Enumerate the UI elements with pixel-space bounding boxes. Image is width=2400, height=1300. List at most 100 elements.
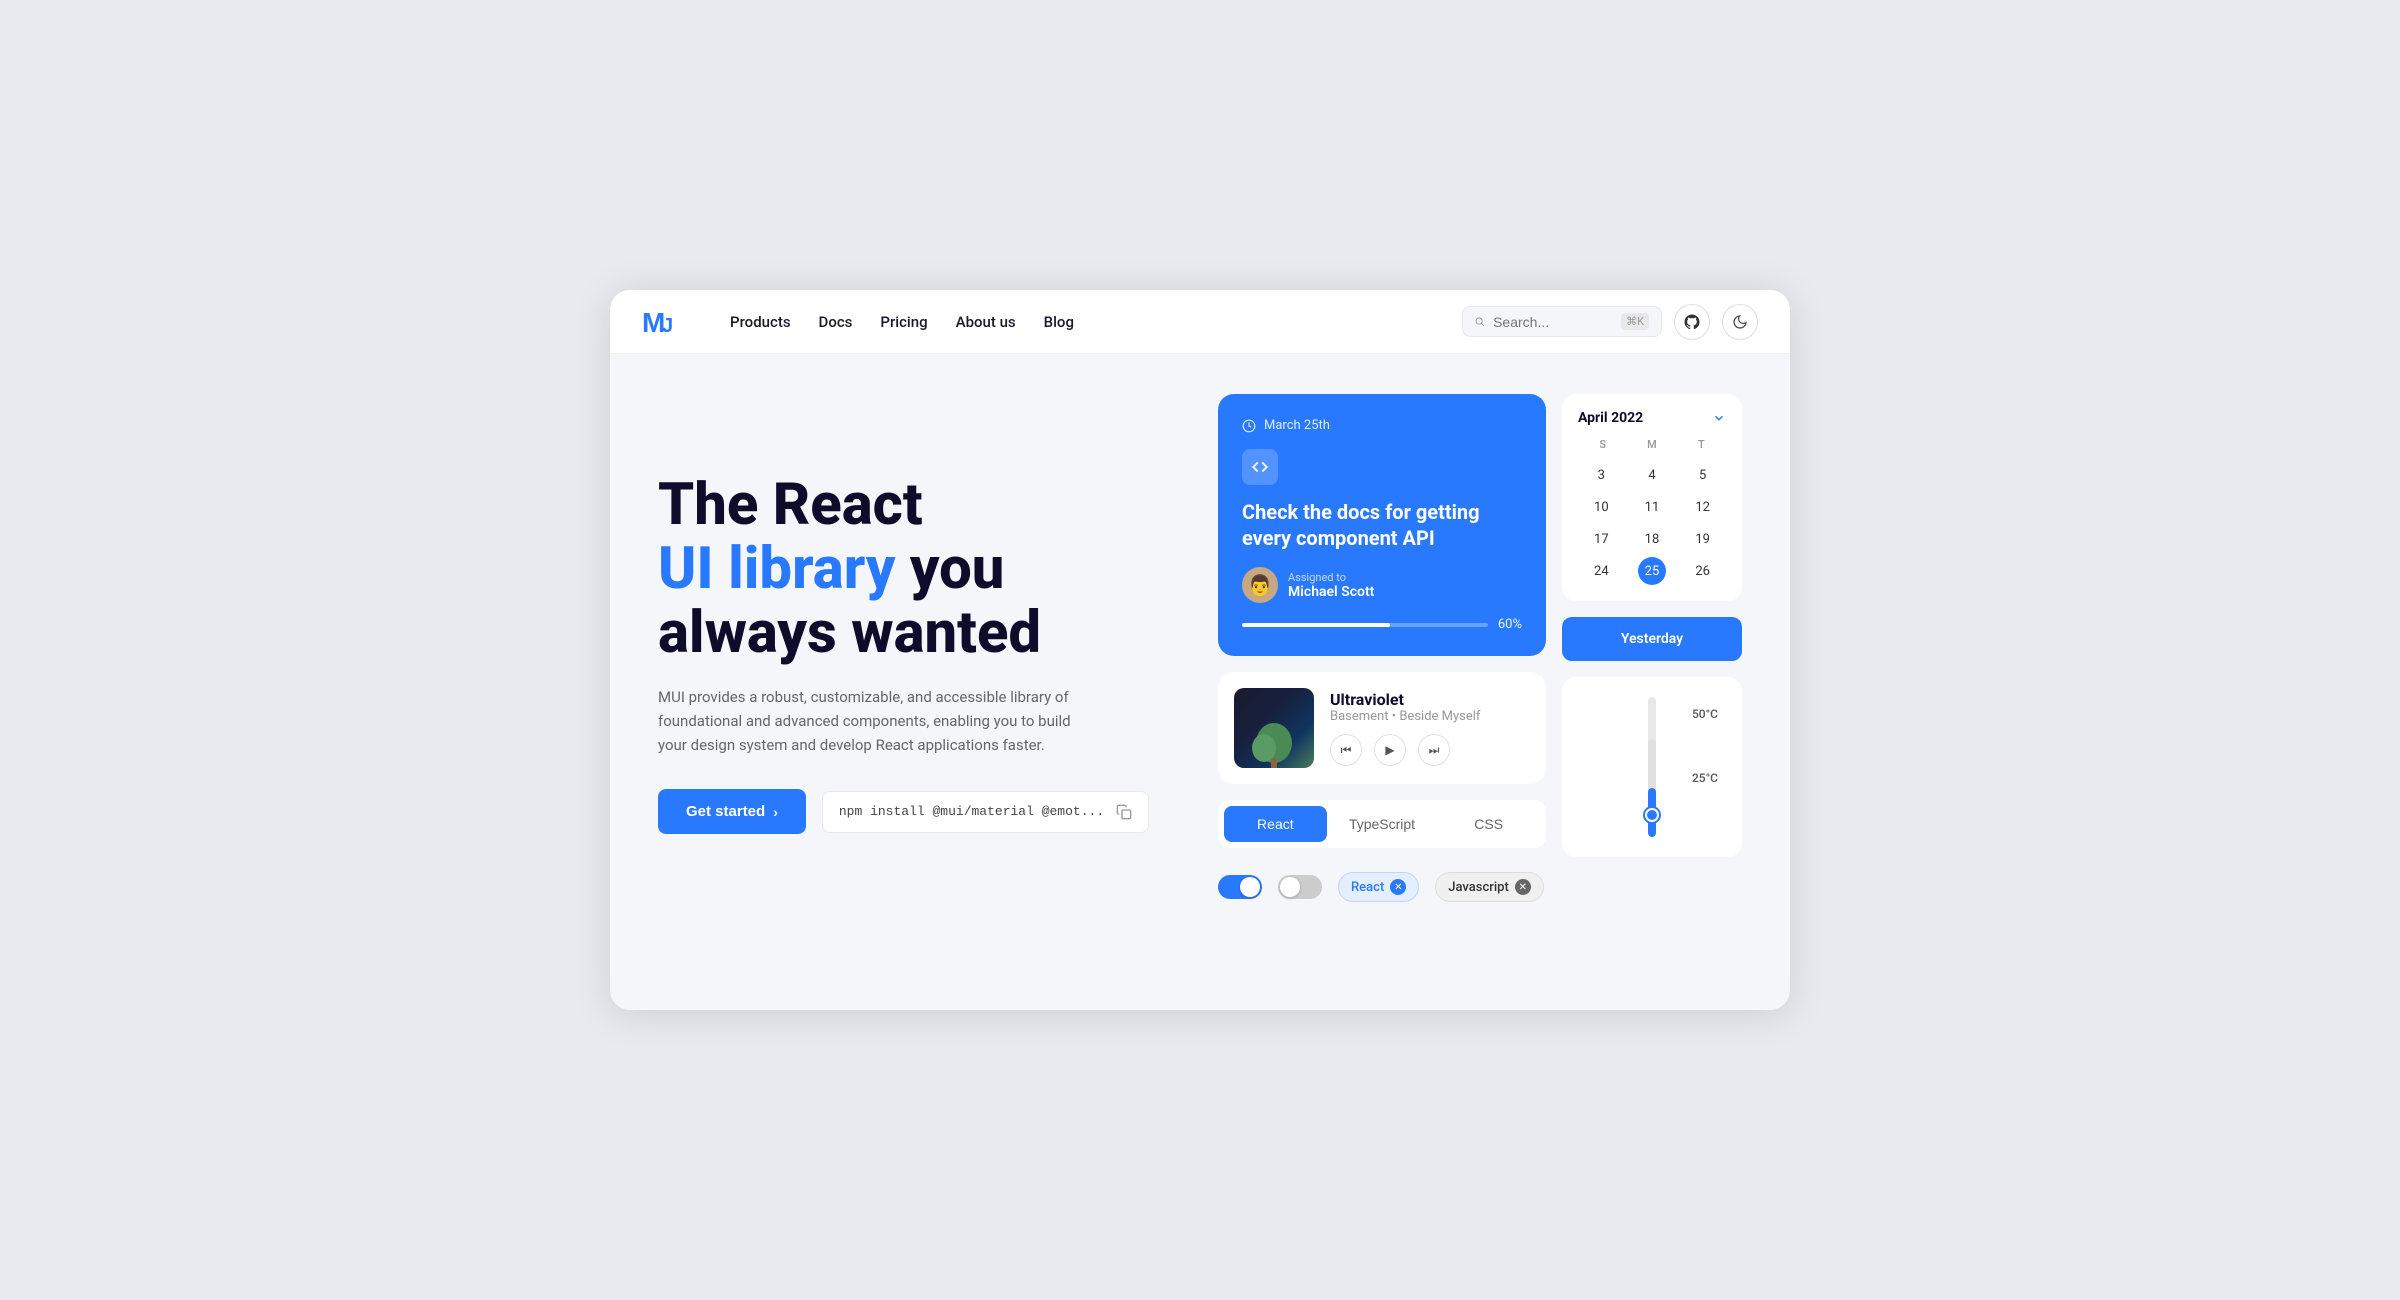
chip-javascript-close[interactable]: ✕ [1515, 879, 1531, 895]
cal-day-17[interactable]: 17 [1587, 525, 1615, 553]
code-icon [1251, 458, 1269, 476]
chevron-down-icon[interactable] [1712, 411, 1726, 425]
widgets-section: March 25th Check the docs for getting ev… [1218, 394, 1742, 910]
progress-bar [1242, 623, 1488, 627]
cal-day-26[interactable]: 26 [1689, 557, 1717, 585]
cal-header-m: M [1627, 438, 1676, 451]
nav-right: ⌘K [1462, 304, 1758, 340]
cal-day-18[interactable]: 18 [1638, 525, 1666, 553]
chip-javascript[interactable]: Javascript ✕ [1435, 872, 1544, 902]
nav-links: Products Docs Pricing About us Blog [730, 313, 1430, 331]
chip-react-label: React [1351, 880, 1384, 895]
task-assignee: 👨 Assigned to Michael Scott [1242, 567, 1522, 603]
search-shortcut: ⌘K [1621, 313, 1649, 330]
progress-percent: 60% [1498, 617, 1522, 632]
hero-title-line1: The React [658, 471, 923, 539]
calendar-month: April 2022 [1578, 410, 1643, 426]
toggles-row: React ✕ Javascript ✕ [1218, 864, 1546, 910]
music-info: Ultraviolet Basement • Beside Myself ⏮ ▶… [1330, 690, 1530, 766]
search-icon [1475, 315, 1485, 329]
tabs-card: React TypeScript CSS [1218, 800, 1546, 848]
chip-javascript-label: Javascript [1448, 880, 1509, 895]
task-date: March 25th [1242, 418, 1522, 433]
cal-day-5[interactable]: 5 [1689, 461, 1717, 489]
arrow-icon: › [773, 804, 778, 820]
code-snippet[interactable]: npm install @mui/material @emot... [822, 791, 1149, 833]
get-started-button[interactable]: Get started › [658, 789, 806, 834]
clock-icon [1242, 419, 1256, 433]
nav-blog[interactable]: Blog [1044, 313, 1074, 331]
assignee-info: Assigned to Michael Scott [1288, 571, 1374, 600]
github-icon [1683, 313, 1701, 331]
search-bar[interactable]: ⌘K [1462, 306, 1662, 337]
cal-day-11[interactable]: 11 [1638, 493, 1666, 521]
nav-pricing[interactable]: Pricing [880, 313, 927, 331]
logo[interactable]: M J [642, 306, 682, 338]
nav-about[interactable]: About us [956, 313, 1016, 331]
task-date-text: March 25th [1264, 418, 1330, 433]
cal-day-12[interactable]: 12 [1689, 493, 1717, 521]
task-card: March 25th Check the docs for getting ev… [1218, 394, 1546, 656]
widget-col-right: April 2022 S M T 3 4 5 10 [1562, 394, 1742, 910]
thermo-dot [1645, 808, 1659, 822]
main-content: The React UI library you always wanted M… [610, 354, 1790, 950]
nav-products[interactable]: Products [730, 313, 791, 331]
calendar-grid: 3 4 5 10 11 12 17 18 19 24 25 26 [1578, 461, 1726, 585]
progress-bar-wrap: 60% [1242, 617, 1522, 632]
task-title: Check the docs for getting every compone… [1242, 499, 1522, 551]
tab-css[interactable]: CSS [1437, 806, 1540, 842]
navbar: M J Products Docs Pricing About us Blog … [610, 290, 1790, 354]
copy-icon[interactable] [1116, 804, 1132, 820]
temp-label-25: 25°C [1692, 771, 1718, 785]
thermometer-card: 50°C 25°C [1562, 677, 1742, 857]
toggle-off[interactable] [1278, 875, 1322, 899]
cal-day-19[interactable]: 19 [1689, 525, 1717, 553]
fast-forward-button[interactable]: ⏭ [1418, 734, 1450, 766]
avatar: 👨 [1242, 567, 1278, 603]
hero-title-highlight: UI library [658, 535, 895, 603]
task-icon-box [1242, 449, 1278, 485]
album-art [1234, 688, 1314, 768]
hero-section: The React UI library you always wanted M… [658, 394, 1178, 834]
music-card: Ultraviolet Basement • Beside Myself ⏮ ▶… [1218, 672, 1546, 784]
assignee-label: Assigned to [1288, 571, 1374, 584]
hero-description: MUI provides a robust, customizable, and… [658, 685, 1088, 757]
nav-docs[interactable]: Docs [819, 313, 853, 331]
cal-day-4[interactable]: 4 [1638, 461, 1666, 489]
yesterday-button[interactable]: Yesterday [1562, 617, 1742, 661]
widget-col-left: March 25th Check the docs for getting ev… [1218, 394, 1546, 910]
cal-day-3[interactable]: 3 [1587, 461, 1615, 489]
cal-day-10[interactable]: 10 [1587, 493, 1615, 521]
music-title: Ultraviolet [1330, 690, 1530, 709]
cal-header-s: S [1578, 438, 1627, 451]
chip-react[interactable]: React ✕ [1338, 872, 1419, 902]
tab-react[interactable]: React [1224, 806, 1327, 842]
hero-title: The React UI library you always wanted [658, 474, 1178, 665]
github-button[interactable] [1674, 304, 1710, 340]
calendar-card: April 2022 S M T 3 4 5 10 [1562, 394, 1742, 601]
toggle-knob-on [1240, 877, 1260, 897]
cal-day-24[interactable]: 24 [1587, 557, 1615, 585]
cal-day-25[interactable]: 25 [1638, 557, 1666, 585]
toggle-knob-off [1280, 877, 1300, 897]
play-button[interactable]: ▶ [1374, 734, 1406, 766]
svg-text:J: J [662, 315, 673, 337]
music-artist: Basement • Beside Myself [1330, 709, 1530, 724]
rewind-button[interactable]: ⏮ [1330, 734, 1362, 766]
moon-icon [1732, 314, 1748, 330]
album-tree-icon [1249, 708, 1299, 768]
toggle-on[interactable] [1218, 875, 1262, 899]
code-text: npm install @mui/material @emot... [839, 804, 1104, 819]
get-started-label: Get started [686, 803, 765, 820]
progress-fill [1242, 623, 1390, 627]
music-controls: ⏮ ▶ ⏭ [1330, 734, 1530, 766]
chip-react-close[interactable]: ✕ [1390, 879, 1406, 895]
tab-typescript[interactable]: TypeScript [1331, 806, 1434, 842]
assignee-name: Michael Scott [1288, 584, 1374, 600]
hero-actions: Get started › npm install @mui/material … [658, 789, 1178, 834]
cal-header-t: T [1677, 438, 1726, 451]
app-window: M J Products Docs Pricing About us Blog … [610, 290, 1790, 1010]
theme-toggle-button[interactable] [1722, 304, 1758, 340]
temp-label-50: 50°C [1692, 707, 1718, 721]
search-input[interactable] [1493, 314, 1613, 330]
